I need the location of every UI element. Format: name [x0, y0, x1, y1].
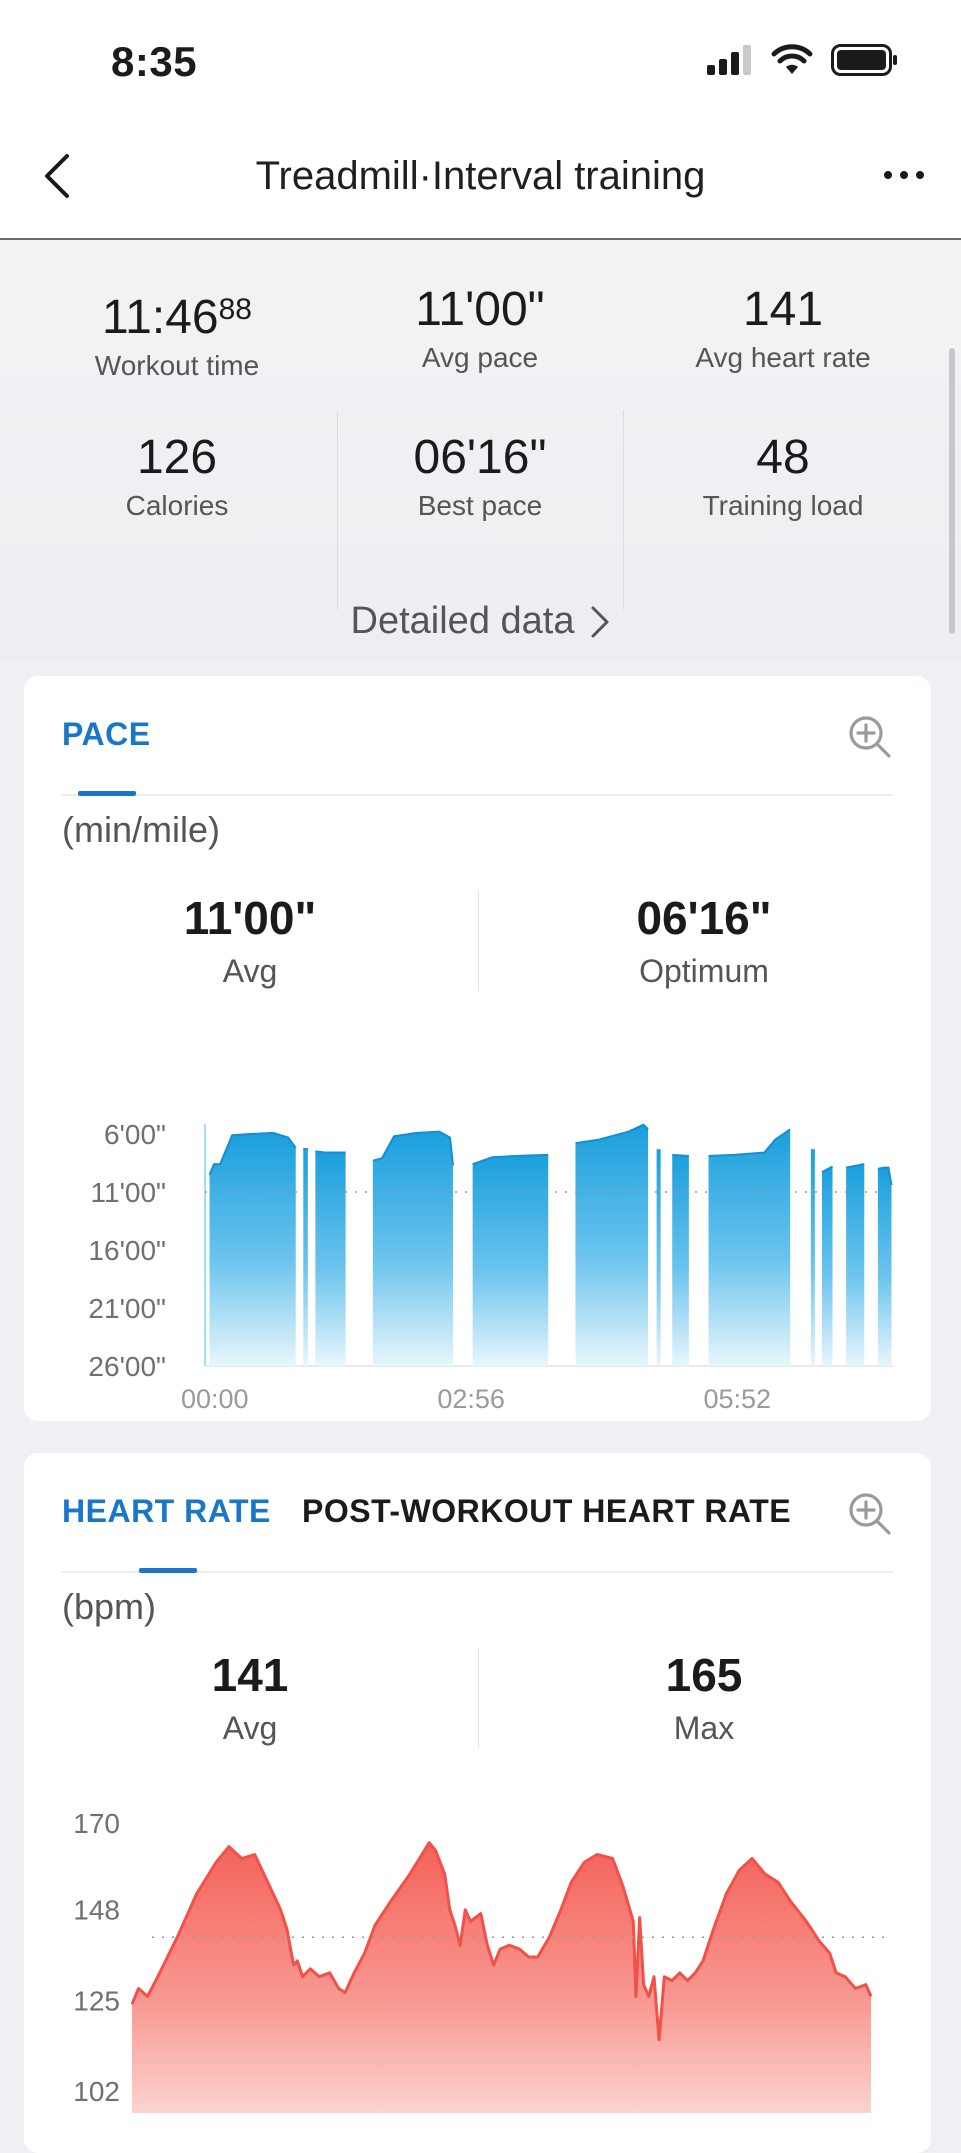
- divider: [478, 891, 479, 991]
- pace-segment: [303, 1149, 308, 1366]
- divider: [623, 410, 624, 610]
- metric-value: 11'00": [183, 892, 317, 944]
- tab-underline: [78, 791, 136, 796]
- divider: [337, 410, 338, 610]
- pace-segment: [821, 1166, 833, 1366]
- battery-icon: [831, 44, 899, 81]
- pace-card: PACE (min/mile) 11'00" Avg 06'16" Optimu…: [24, 676, 931, 1421]
- divider: [478, 1648, 479, 1748]
- pace-line: [672, 1153, 689, 1158]
- stat-value: 11:46: [102, 291, 219, 344]
- pace-segment: [575, 1124, 649, 1366]
- pace-segment: [656, 1149, 661, 1366]
- metric-value: 06'16": [636, 892, 772, 944]
- heart-rate-avg-metric: 141 Avg: [100, 1648, 400, 1747]
- pace-segment: [672, 1154, 689, 1366]
- stat-avg-pace: 11'00" Avg pace: [330, 282, 630, 374]
- pace-optimum-metric: 06'16" Optimum: [554, 891, 854, 990]
- metric-label: Avg: [222, 953, 278, 989]
- stat-label: Avg heart rate: [695, 342, 871, 373]
- heart-rate-chart: 170 148 125 102: [73, 1808, 884, 2113]
- pace-unit-label: (min/mile): [62, 809, 220, 850]
- stat-value: 141: [742, 283, 824, 336]
- page-title: Treadmill·Interval training: [255, 154, 706, 198]
- stat-label: Calories: [125, 490, 229, 521]
- heart-rate-max-metric: 165 Max: [554, 1648, 854, 1747]
- stat-value: 48: [756, 431, 810, 484]
- metric-label: Avg: [222, 1710, 278, 1746]
- pace-segment: [877, 1167, 892, 1366]
- nav-bar: Treadmill·Interval training: [0, 120, 961, 240]
- zoom-in-icon: [849, 1493, 891, 1535]
- workout-summary: 11:4688 Workout time 11'00" Avg pace 141…: [0, 240, 961, 660]
- y-tick-label: 125: [73, 1985, 120, 2016]
- status-bar: 8:35: [0, 0, 961, 120]
- status-time: 8:35: [111, 38, 198, 85]
- pace-segment: [209, 1132, 296, 1366]
- stat-training-load: 48 Training load: [633, 430, 933, 522]
- stat-value: 06'16": [413, 431, 547, 484]
- x-tick-label: 02:56: [437, 1384, 505, 1414]
- pace-segment: [846, 1164, 865, 1366]
- y-axis-ticks: 170 148 125 102: [73, 1808, 120, 2107]
- x-tick-label: 05:52: [703, 1384, 771, 1414]
- tab-pace[interactable]: PACE: [62, 716, 151, 753]
- pace-avg-metric: 11'00" Avg: [100, 891, 400, 990]
- y-tick-label: 6'00": [104, 1119, 166, 1150]
- y-tick-label: 170: [73, 1808, 120, 1839]
- stat-label: Avg pace: [421, 342, 539, 373]
- y-axis-ticks: 6'00" 11'00" 16'00" 21'00" 26'00": [88, 1119, 166, 1382]
- stat-workout-time: 11:4688 Workout time: [27, 282, 327, 382]
- stat-label: Workout time: [94, 350, 260, 381]
- status-icons: [707, 44, 899, 81]
- y-tick-label: 16'00": [88, 1235, 166, 1266]
- pace-tabs: PACE: [62, 676, 893, 796]
- cellular-signal-icon: [707, 45, 753, 80]
- pace-segment: [315, 1151, 346, 1366]
- pace-segment: [810, 1149, 815, 1366]
- stat-value: 11'00": [415, 283, 545, 336]
- metric-label: Optimum: [639, 953, 769, 989]
- heart-rate-tabs: HEART RATE POST-WORKOUT HEART RATE: [62, 1453, 893, 1573]
- tab-heart-rate[interactable]: HEART RATE: [62, 1493, 271, 1530]
- stat-label: Best pace: [417, 490, 543, 521]
- more-options-button[interactable]: [879, 150, 929, 200]
- pace-segment: [708, 1129, 791, 1366]
- y-tick-label: 11'00": [91, 1177, 167, 1208]
- stat-value-hundredths: 88: [218, 293, 252, 326]
- stat-label: Training load: [702, 490, 864, 521]
- heart-rate-area: [132, 1842, 871, 2113]
- y-tick-label: 21'00": [88, 1293, 166, 1324]
- zoom-in-button[interactable]: [847, 714, 893, 760]
- heart-rate-unit-label: (bpm): [62, 1586, 157, 1627]
- detailed-data-link[interactable]: Detailed data: [0, 600, 961, 643]
- y-tick-label: 102: [73, 2076, 120, 2107]
- metric-value: 165: [665, 1649, 743, 1701]
- detailed-data-label: Detailed data: [350, 600, 575, 642]
- stat-calories: 126 Calories: [27, 430, 327, 522]
- y-tick-label: 148: [73, 1895, 120, 1926]
- tab-post-workout-heart-rate[interactable]: POST-WORKOUT HEART RATE: [302, 1493, 791, 1530]
- zoom-in-icon: [849, 716, 891, 758]
- stat-value: 126: [136, 431, 218, 484]
- stat-avg-heart-rate: 141 Avg heart rate: [633, 282, 933, 374]
- zoom-in-button[interactable]: [847, 1491, 893, 1537]
- more-dots-icon: [884, 171, 924, 179]
- metric-value: 141: [211, 1649, 289, 1701]
- pace-line: [315, 1150, 346, 1154]
- pace-chart: 6'00" 11'00" 16'00" 21'00" 26'00" 00:00 02:56…: [88, 1119, 893, 1414]
- stat-best-pace: 06'16" Best pace: [330, 430, 630, 522]
- heart-rate-card: HEART RATE POST-WORKOUT HEART RATE (bpm)…: [24, 1453, 931, 2153]
- x-tick-label: 00:00: [181, 1384, 249, 1414]
- chevron-right-icon: [591, 606, 609, 637]
- y-tick-label: 26'00": [88, 1351, 166, 1382]
- pace-segment: [472, 1154, 549, 1366]
- tab-underline: [139, 1568, 197, 1573]
- wifi-icon: [771, 44, 813, 81]
- x-axis-ticks: 00:0002:5605:5208:4811:46: [181, 1384, 771, 1414]
- metric-label: Max: [673, 1710, 735, 1746]
- pace-series: [208, 1123, 893, 1366]
- pace-segment: [372, 1131, 453, 1366]
- scrollbar[interactable]: [949, 348, 955, 634]
